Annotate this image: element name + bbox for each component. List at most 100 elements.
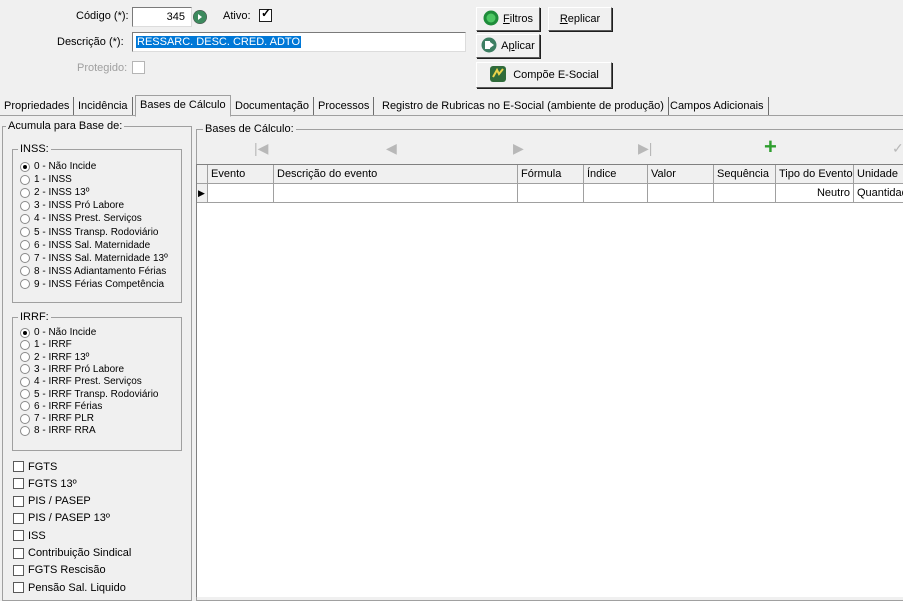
table-row[interactable]: ▶ NeutroQuantidade xyxy=(197,184,903,203)
tab-bases-de-calculo[interactable]: Bases de Cálculo xyxy=(135,95,231,117)
irrf-option[interactable]: 0 - Não Incide xyxy=(20,326,96,339)
radio-button[interactable] xyxy=(20,200,30,211)
radio-button[interactable] xyxy=(20,187,30,198)
irrf-option[interactable]: 8 - IRRF RRA xyxy=(20,424,96,437)
table-cell[interactable] xyxy=(714,184,776,203)
tab-incidencia[interactable]: Incidência xyxy=(74,97,133,115)
radio-button[interactable] xyxy=(20,279,30,290)
base-checkbox-item[interactable]: PIS / PASEP xyxy=(13,495,91,508)
add-record-icon[interactable]: + xyxy=(764,136,777,158)
table-cell[interactable]: Neutro xyxy=(776,184,854,203)
bases-title: Bases de Cálculo: xyxy=(203,123,296,135)
base-checkbox-item[interactable]: FGTS 13º xyxy=(13,477,77,490)
checkbox[interactable] xyxy=(13,582,24,594)
radio-button[interactable] xyxy=(20,352,30,363)
column-header[interactable]: Tipo do Evento xyxy=(776,165,854,184)
codigo-input[interactable]: 345 xyxy=(132,7,192,27)
radio-button[interactable] xyxy=(20,266,30,277)
radio-button[interactable] xyxy=(20,364,30,375)
lookup-icon[interactable] xyxy=(193,10,207,24)
checkbox[interactable] xyxy=(13,461,24,472)
radio-button[interactable] xyxy=(20,253,30,264)
inss-option[interactable]: 0 - Não Incide xyxy=(20,160,96,173)
radio-button[interactable] xyxy=(20,327,30,338)
checkbox[interactable] xyxy=(13,495,24,507)
radio-button[interactable] xyxy=(20,161,30,172)
check-icon: ✓ xyxy=(261,6,272,20)
table-cell[interactable] xyxy=(648,184,714,203)
aplicar-button[interactable]: Aplicar xyxy=(476,34,540,58)
tab-documentacao[interactable]: Documentação xyxy=(231,97,314,115)
first-record-icon[interactable]: |◀ xyxy=(254,140,268,157)
checkbox[interactable] xyxy=(13,478,24,490)
base-checkbox-item[interactable]: ISS xyxy=(13,529,46,542)
column-header[interactable]: Valor xyxy=(648,165,714,184)
inss-option[interactable]: 8 - INSS Adiantamento Férias xyxy=(20,265,166,278)
irrf-option[interactable]: 4 - IRRF Prest. Serviços xyxy=(20,375,142,388)
irrf-option[interactable]: 1 - IRRF xyxy=(20,338,72,351)
base-checkbox-item[interactable]: Contribuição Sindical xyxy=(13,547,131,560)
checkbox[interactable] xyxy=(13,547,24,559)
radio-button[interactable] xyxy=(20,425,30,436)
inss-option[interactable]: 6 - INSS Sal. Maternidade xyxy=(20,239,150,252)
tab-registro-rubricas[interactable]: Registro de Rubricas no E-Social (ambien… xyxy=(378,97,669,115)
column-header[interactable]: Índice xyxy=(584,165,648,184)
radio-button[interactable] xyxy=(20,376,30,387)
irrf-option[interactable]: 2 - IRRF 13º xyxy=(20,351,89,364)
checkbox[interactable] xyxy=(13,564,24,576)
ativo-checkbox[interactable]: ✓ xyxy=(259,6,272,22)
table-cell[interactable] xyxy=(208,184,274,203)
radio-button[interactable] xyxy=(20,213,30,224)
radio-button[interactable] xyxy=(20,240,30,251)
base-checkbox-item[interactable]: FGTS Rescisão xyxy=(13,564,106,577)
filtros-button[interactable]: Filtros xyxy=(476,7,540,31)
radio-button[interactable] xyxy=(20,401,30,412)
inss-option[interactable]: 2 - INSS 13º xyxy=(20,186,89,199)
radio-button[interactable] xyxy=(20,339,30,350)
inss-option[interactable]: 4 - INSS Prest. Serviços xyxy=(20,212,142,225)
base-checkbox-item[interactable]: PIS / PASEP 13º xyxy=(13,512,110,525)
tab-propriedades[interactable]: Propriedades xyxy=(0,97,75,115)
inss-option[interactable]: 5 - INSS Transp. Rodoviário xyxy=(20,226,159,239)
inss-option[interactable]: 9 - INSS Férias Competência xyxy=(20,278,164,291)
table-cell[interactable] xyxy=(274,184,518,203)
checkbox[interactable] xyxy=(13,512,24,524)
inss-option[interactable]: 1 - INSS xyxy=(20,173,72,186)
table-cell[interactable] xyxy=(584,184,648,203)
replicar-button[interactable]: Replicar xyxy=(548,7,612,31)
table-cell[interactable]: Quantidade xyxy=(854,184,903,203)
last-record-icon[interactable]: ▶| xyxy=(638,140,652,157)
table-cell[interactable] xyxy=(518,184,584,203)
tab-campos-adicionais[interactable]: Campos Adicionais xyxy=(666,97,769,115)
confirm-record-icon[interactable]: ✓ xyxy=(892,140,903,157)
column-header[interactable]: Unidade xyxy=(854,165,903,184)
irrf-option-label: 2 - IRRF 13º xyxy=(34,351,90,363)
tab-processos[interactable]: Processos xyxy=(314,97,375,115)
column-header[interactable]: Evento xyxy=(208,165,274,184)
descricao-value: RESSARC. DESC. CRED. ADTO xyxy=(136,36,301,48)
base-checkbox-item[interactable]: FGTS xyxy=(13,460,57,473)
protegido-checkbox[interactable] xyxy=(132,61,145,74)
column-header[interactable]: Descrição do evento xyxy=(274,165,518,184)
checkbox[interactable] xyxy=(13,530,24,542)
column-header[interactable]: Fórmula xyxy=(518,165,584,184)
irrf-option[interactable]: 3 - IRRF Pró Labore xyxy=(20,363,124,376)
irrf-option[interactable]: 7 - IRRF PLR xyxy=(20,412,94,425)
bases-grid[interactable]: Evento Descrição do evento Fórmula Índice Va… xyxy=(196,164,903,597)
radio-button[interactable] xyxy=(20,174,30,185)
column-header[interactable]: Sequência xyxy=(714,165,776,184)
radio-button[interactable] xyxy=(20,413,30,424)
inss-option[interactable]: 7 - INSS Sal. Maternidade 13º xyxy=(20,252,168,265)
descricao-input[interactable]: RESSARC. DESC. CRED. ADTO xyxy=(132,32,466,52)
base-checkbox-item[interactable]: Pensão Sal. Liquido xyxy=(13,581,126,594)
radio-button[interactable] xyxy=(20,389,30,399)
row-indicator-header xyxy=(197,165,208,184)
compoe-esocial-button[interactable]: Compõe E-Social xyxy=(476,62,612,88)
irrf-option[interactable]: 6 - IRRF Férias xyxy=(20,400,102,413)
inss-option[interactable]: 3 - INSS Pró Labore xyxy=(20,199,124,212)
next-record-icon[interactable]: ▶ xyxy=(513,140,524,157)
radio-button[interactable] xyxy=(20,227,30,237)
irrf-option[interactable]: 5 - IRRF Transp. Rodoviário xyxy=(20,388,159,401)
aplicar-label: Aplicar xyxy=(501,40,535,52)
prior-record-icon[interactable]: ◀ xyxy=(386,140,397,157)
